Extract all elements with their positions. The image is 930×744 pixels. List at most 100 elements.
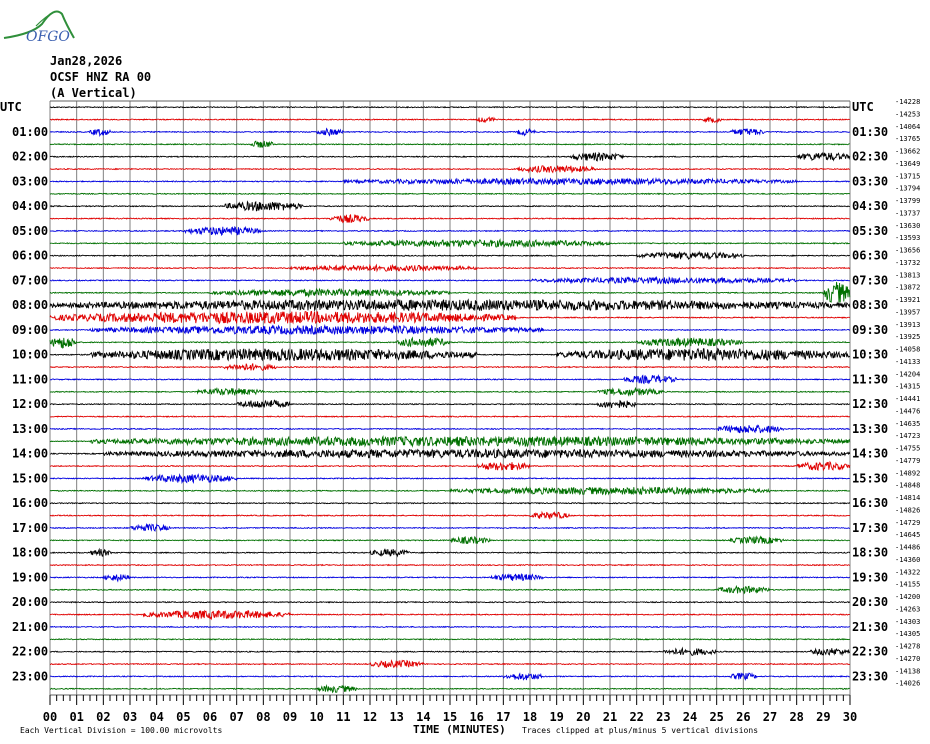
offset-label: -14133 xyxy=(895,358,920,366)
offset-label: -14360 xyxy=(895,556,920,564)
left-time-label: 19:00 xyxy=(12,570,48,584)
left-time-label: 18:00 xyxy=(12,546,48,560)
offset-label: -14026 xyxy=(895,680,920,688)
offset-label: -14848 xyxy=(895,482,920,490)
clip-note: Traces clipped at plus/minus 5 vertical … xyxy=(522,726,758,735)
offset-label: -14155 xyxy=(895,581,920,589)
offset-label: -14826 xyxy=(895,506,920,514)
trace-line xyxy=(49,238,850,249)
offset-label: -14755 xyxy=(895,445,920,453)
x-tick-label: 10 xyxy=(309,710,323,724)
right-time-label: 23:30 xyxy=(852,669,888,683)
left-time-label: 07:00 xyxy=(12,273,48,287)
left-time-label: 20:00 xyxy=(12,595,48,609)
x-tick-label: 15 xyxy=(443,710,457,724)
x-tick-label: 07 xyxy=(229,710,243,724)
offset-label: -13872 xyxy=(895,284,920,292)
x-tick-label: 11 xyxy=(336,710,350,724)
trace-line xyxy=(49,415,851,418)
left-time-label: 10:00 xyxy=(12,348,48,362)
x-tick-label: 09 xyxy=(283,710,297,724)
offset-label: -14204 xyxy=(895,370,920,378)
offset-label: -13649 xyxy=(895,160,920,168)
offset-label: -14253 xyxy=(895,110,920,118)
x-tick-label: 16 xyxy=(469,710,483,724)
right-time-label: 03:30 xyxy=(852,174,888,188)
offset-label: -14476 xyxy=(895,407,920,415)
offset-label: -14723 xyxy=(895,432,920,440)
x-tick-label: 28 xyxy=(789,710,803,724)
offset-label: -14064 xyxy=(895,123,920,131)
offset-label: -14305 xyxy=(895,630,920,638)
offset-label: -13799 xyxy=(895,197,920,205)
right-time-label: 21:30 xyxy=(852,620,888,634)
right-time-label: 04:30 xyxy=(852,199,888,213)
x-tick-label: 08 xyxy=(256,710,270,724)
offset-label: -13957 xyxy=(895,308,920,316)
offset-label: -13794 xyxy=(895,185,920,193)
offset-label: -14200 xyxy=(895,593,920,601)
x-tick-label: 06 xyxy=(203,710,217,724)
right-time-label: 14:30 xyxy=(852,447,888,461)
offset-label: -14263 xyxy=(895,605,920,613)
x-axis-title: TIME (MINUTES) xyxy=(413,723,506,736)
offset-label: -14814 xyxy=(895,494,920,502)
x-tick-label: 01 xyxy=(69,710,83,724)
trace-line xyxy=(49,501,851,505)
offset-label: -14645 xyxy=(895,531,920,539)
offset-label: -13921 xyxy=(895,296,920,304)
x-tick-label: 18 xyxy=(523,710,537,724)
left-time-label: 13:00 xyxy=(12,422,48,436)
right-time-label: 22:30 xyxy=(852,645,888,659)
right-time-label: 17:30 xyxy=(852,521,888,535)
x-tick-label: 22 xyxy=(629,710,643,724)
x-tick-label: 19 xyxy=(549,710,563,724)
helicorder-plot: UTC UTC 01:00 01:30 02:00 02:30 03:00 03:30 04:0… xyxy=(0,98,920,736)
offset-label: -14228 xyxy=(895,98,920,106)
left-time-label: 15:00 xyxy=(12,471,48,485)
right-time-label: 01:30 xyxy=(852,125,888,139)
offset-label: -14779 xyxy=(895,457,920,465)
offset-label: -14441 xyxy=(895,395,920,403)
x-tick-label: 26 xyxy=(736,710,750,724)
offset-label: -14303 xyxy=(895,618,920,626)
offset-label: -13925 xyxy=(895,333,920,341)
x-tick-label: 20 xyxy=(576,710,590,724)
x-tick-label: 17 xyxy=(496,710,510,724)
x-tick-label: 14 xyxy=(416,710,430,724)
left-time-label: 02:00 xyxy=(12,150,48,164)
left-time-label: 04:00 xyxy=(12,199,48,213)
right-time-label: 18:30 xyxy=(852,546,888,560)
offset-label: -14315 xyxy=(895,383,920,391)
offset-label: -14486 xyxy=(895,544,920,552)
left-time-label: 23:00 xyxy=(12,669,48,683)
offset-label: -13662 xyxy=(895,148,920,156)
left-time-label: 08:00 xyxy=(12,298,48,312)
offset-label: -13913 xyxy=(895,321,920,329)
offset-label: -14635 xyxy=(895,420,920,428)
left-time-label: 21:00 xyxy=(12,620,48,634)
offset-label: -14270 xyxy=(895,655,920,663)
right-time-label: 05:30 xyxy=(852,224,888,238)
right-time-label: 09:30 xyxy=(852,323,888,337)
offset-label: -13813 xyxy=(895,271,920,279)
right-time-label: 19:30 xyxy=(852,570,888,584)
x-tick-label: 23 xyxy=(656,710,670,724)
right-time-label: 10:30 xyxy=(852,348,888,362)
right-time-label: 02:30 xyxy=(852,150,888,164)
offset-label: -14058 xyxy=(895,346,920,354)
offset-label: -13715 xyxy=(895,172,920,180)
offset-label: -14278 xyxy=(895,643,920,651)
x-tick-label: 24 xyxy=(683,710,697,724)
offset-label: -14138 xyxy=(895,667,920,675)
offset-label: -14729 xyxy=(895,519,920,527)
right-time-label: 08:30 xyxy=(852,298,888,312)
trace-line xyxy=(49,105,850,109)
x-tick-label: 02 xyxy=(96,710,110,724)
trace-line xyxy=(49,600,851,604)
left-time-label: 05:00 xyxy=(12,224,48,238)
x-tick-label: 12 xyxy=(363,710,377,724)
offset-label: -13732 xyxy=(895,259,920,267)
scale-note: Each Vertical Division = 100.00 microvol… xyxy=(20,726,222,735)
left-time-label: 22:00 xyxy=(12,645,48,659)
